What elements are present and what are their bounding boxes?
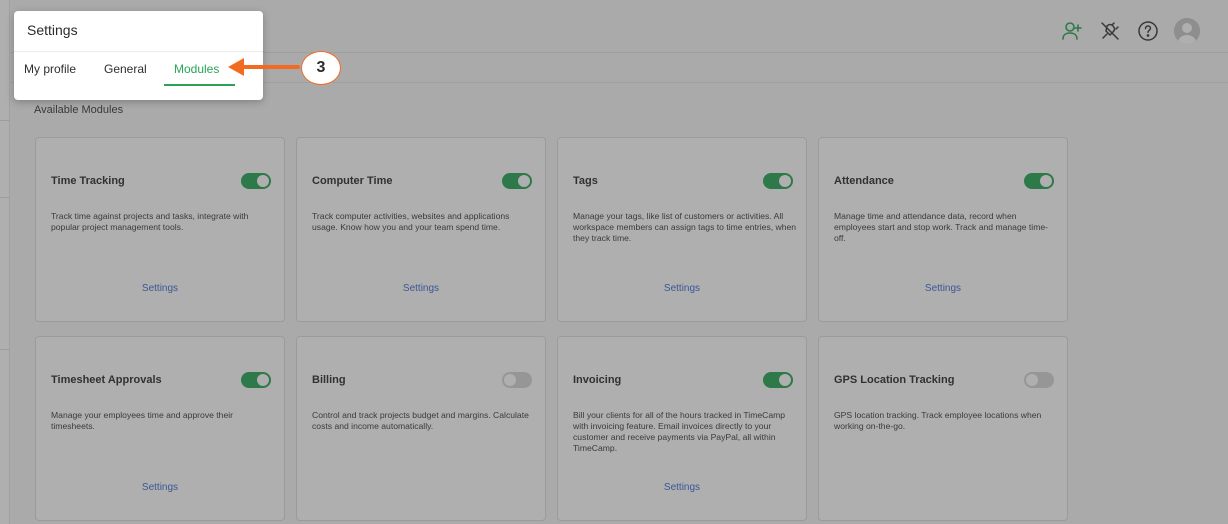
module-title: Tags <box>573 175 598 187</box>
module-toggle[interactable] <box>1024 372 1054 388</box>
module-settings-link[interactable]: Settings <box>558 482 806 493</box>
avatar[interactable] <box>1174 18 1200 44</box>
module-description: GPS location tracking. Track employee lo… <box>834 410 1042 431</box>
module-card: Time Tracking Track time against project… <box>35 137 285 322</box>
module-card: Tags Manage your tags, like list of cust… <box>557 137 807 322</box>
module-card: Invoicing Bill your clients for all of t… <box>557 336 807 521</box>
popup-title: Settings <box>27 22 78 38</box>
toggle-knob <box>504 374 516 386</box>
section-title: Available Modules <box>34 104 124 116</box>
module-card: GPS Location Tracking GPS location track… <box>818 336 1068 521</box>
module-settings-link[interactable]: Settings <box>819 283 1067 294</box>
module-description: Manage your employees time and approve t… <box>51 410 234 431</box>
toggle-knob <box>1040 175 1052 187</box>
module-toggle[interactable] <box>502 372 532 388</box>
module-title: Time Tracking <box>51 175 125 187</box>
module-toggle[interactable] <box>502 173 532 189</box>
module-description: Bill your clients for all of the hours t… <box>573 410 786 453</box>
module-card: Timesheet Approvals Manage your employee… <box>35 336 285 521</box>
add-user-icon[interactable] <box>1060 19 1084 43</box>
module-toggle[interactable] <box>241 372 271 388</box>
module-card: Computer Time Track computer activities,… <box>296 137 546 322</box>
arrow-left-icon <box>228 58 300 76</box>
toggle-knob <box>779 374 791 386</box>
module-title: Attendance <box>834 175 894 187</box>
module-settings-link[interactable]: Settings <box>558 283 806 294</box>
module-settings-link[interactable]: Settings <box>36 283 284 294</box>
active-tab-indicator <box>164 84 235 86</box>
popup-divider <box>14 51 263 52</box>
sidebar-divider <box>0 197 10 198</box>
module-toggle[interactable] <box>763 173 793 189</box>
toggle-knob <box>257 374 269 386</box>
sidebar-divider <box>0 349 10 350</box>
module-card: Attendance Manage time and attendance da… <box>818 137 1068 322</box>
module-description: Track computer activities, websites and … <box>312 211 510 232</box>
toggle-knob <box>518 175 530 187</box>
module-title: Invoicing <box>573 374 622 386</box>
module-toggle[interactable] <box>1024 173 1054 189</box>
sidebar-collapsed <box>0 0 10 524</box>
tab-general[interactable]: General <box>104 62 147 76</box>
module-description: Track time against projects and tasks, i… <box>51 211 249 232</box>
module-title: GPS Location Tracking <box>834 374 955 386</box>
sidebar-divider <box>0 120 10 121</box>
module-title: Timesheet Approvals <box>51 374 162 386</box>
tab-modules[interactable]: Modules <box>174 62 219 76</box>
module-card: Billing Control and track projects budge… <box>296 336 546 521</box>
tab-my-profile[interactable]: My profile <box>24 62 76 76</box>
header-icons <box>1060 18 1200 44</box>
toggle-knob <box>779 175 791 187</box>
modules-grid: Time Tracking Track time against project… <box>35 137 1069 524</box>
module-description: Manage time and attendance data, record … <box>834 211 1048 243</box>
module-toggle[interactable] <box>241 173 271 189</box>
app-page: Available Modules Time Tracking Track ti… <box>0 0 1228 524</box>
module-title: Billing <box>312 374 346 386</box>
help-icon[interactable] <box>1136 19 1160 43</box>
module-title: Computer Time <box>312 175 393 187</box>
module-description: Manage your tags, like list of customers… <box>573 211 797 243</box>
toggle-knob <box>1026 374 1038 386</box>
module-settings-link[interactable]: Settings <box>36 482 284 493</box>
plug-disconnect-icon[interactable] <box>1098 19 1122 43</box>
step-badge: 3 <box>301 51 341 85</box>
module-settings-link[interactable]: Settings <box>297 283 545 294</box>
module-description: Control and track projects budget and ma… <box>312 410 529 431</box>
toggle-knob <box>257 175 269 187</box>
module-toggle[interactable] <box>763 372 793 388</box>
